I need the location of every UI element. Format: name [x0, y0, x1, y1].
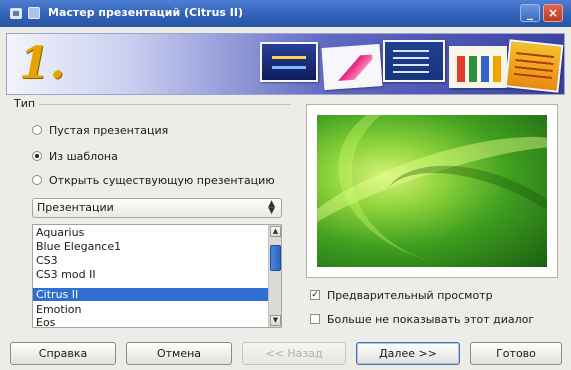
list-item[interactable]: Aquarius: [33, 226, 269, 239]
close-button[interactable]: ×: [543, 4, 563, 22]
checkbox-label: Предварительный просмотр: [327, 288, 493, 302]
template-preview-image: [317, 115, 547, 267]
cancel-button[interactable]: Отмена: [126, 342, 232, 365]
dont-show-checkbox-row[interactable]: Больше не показывать этот диалог: [310, 311, 534, 327]
list-item[interactable]: Emotion: [33, 303, 269, 316]
banner-slide-thumbnail: [383, 40, 445, 82]
minimize-button[interactable]: _: [520, 4, 540, 22]
impress-app-icon: [28, 7, 40, 19]
radio-button[interactable]: [32, 175, 42, 185]
radio-from-template[interactable]: Из шаблона: [32, 148, 118, 164]
scroll-up-icon[interactable]: ▲: [270, 226, 281, 237]
radio-open-existing[interactable]: Открыть существующую презентацию: [32, 172, 275, 188]
back-button[interactable]: << Назад: [242, 342, 346, 365]
radio-label: Пустая презентация: [49, 123, 169, 137]
scroll-down-icon[interactable]: ▼: [270, 315, 281, 326]
finish-button[interactable]: Готово: [470, 342, 562, 365]
list-scrollbar[interactable]: ▲ ▼: [268, 225, 281, 327]
presentation-wizard-window: Мастер презентаций (Citrus II) _ × 1. Ти…: [0, 0, 571, 370]
checkbox-label: Больше не показывать этот диалог: [327, 312, 535, 326]
banner-slide-thumbnail: [260, 42, 318, 82]
list-item[interactable]: Eos: [33, 316, 269, 327]
help-button[interactable]: Справка: [10, 342, 116, 365]
radio-button[interactable]: [32, 125, 42, 135]
radio-button[interactable]: [32, 151, 42, 161]
list-item[interactable]: CS3: [33, 254, 269, 267]
select-value: Презентации: [37, 201, 114, 214]
window-menu-icon[interactable]: [10, 8, 22, 19]
list-item[interactable]: CS3 mod II: [33, 268, 269, 281]
radio-label: Из шаблона: [49, 149, 118, 163]
scroll-thumb[interactable]: [270, 245, 281, 271]
window-title: Мастер презентаций (Citrus II): [48, 6, 243, 19]
step-number: 1.: [19, 38, 65, 89]
next-button[interactable]: Далее >>: [356, 342, 460, 365]
list-item[interactable]: Citrus II: [33, 288, 269, 301]
preview-checkbox-row[interactable]: ✓ Предварительный просмотр: [310, 287, 493, 303]
banner-slide-thumbnail: [504, 39, 564, 93]
spin-arrows-icon: ▲ ▼: [268, 199, 275, 216]
template-category-select[interactable]: Презентации ▲ ▼: [32, 198, 282, 218]
banner-slide-thumbnail: [449, 46, 507, 88]
dont-show-checkbox[interactable]: [310, 314, 320, 324]
list-item[interactable]: Blue Elegance1: [33, 240, 269, 253]
template-listbox[interactable]: Aquarius Blue Elegance1 CS3 CS3 mod II C…: [32, 224, 282, 328]
title-bar[interactable]: Мастер презентаций (Citrus II) _ ×: [0, 0, 571, 27]
preview-frame: [306, 104, 558, 278]
banner-slide-thumbnail: [321, 44, 383, 90]
wizard-banner: 1.: [6, 33, 565, 95]
radio-empty-presentation[interactable]: Пустая презентация: [32, 122, 168, 138]
radio-label: Открыть существующую презентацию: [49, 173, 275, 187]
type-group-label: Тип: [14, 97, 40, 110]
preview-checkbox[interactable]: ✓: [310, 290, 320, 300]
